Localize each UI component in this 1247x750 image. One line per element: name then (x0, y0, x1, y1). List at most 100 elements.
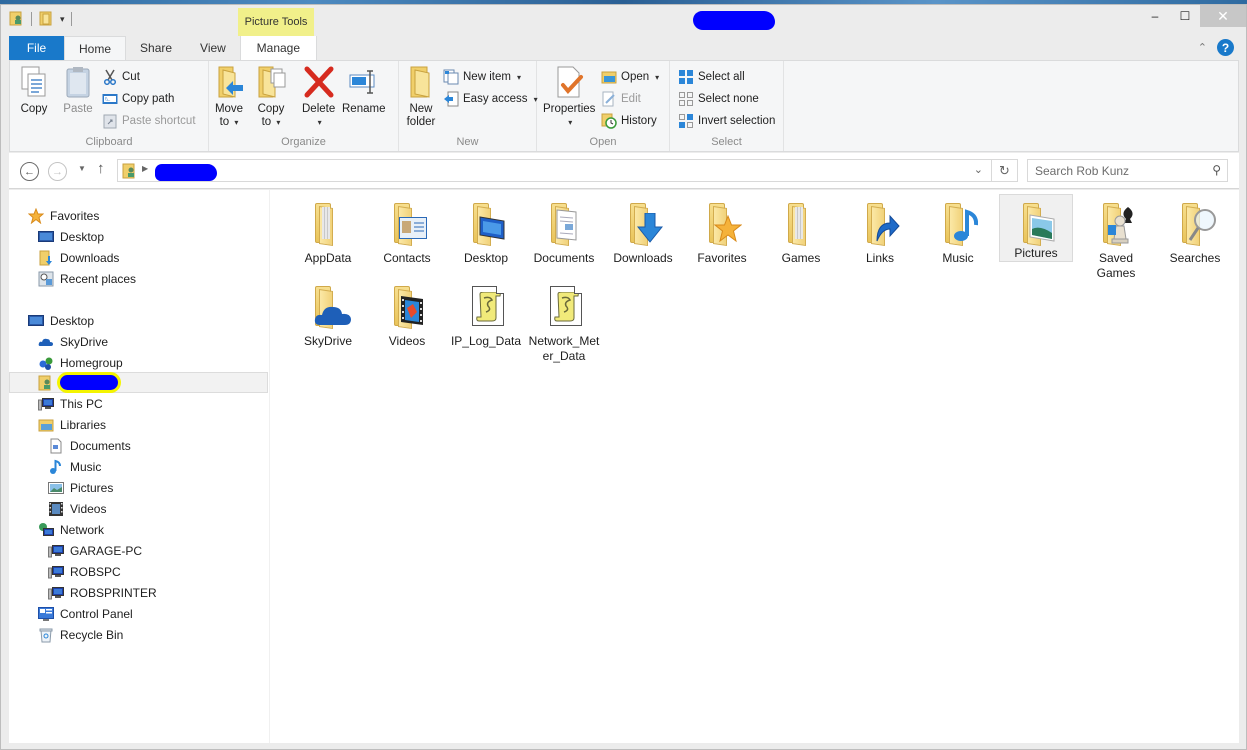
nav-item-network[interactable]: Network (9, 519, 268, 540)
nav-item-skydrive[interactable]: SkyDrive (9, 331, 268, 352)
folder-item-games[interactable]: Games (764, 195, 838, 266)
star-icon (27, 207, 45, 224)
nav-item-redacted-user[interactable] (9, 372, 268, 393)
invert-selection-button[interactable]: Invert selection (678, 111, 775, 131)
maximize-button[interactable]: ☐ (1170, 5, 1200, 27)
tab-file[interactable]: File (9, 36, 64, 60)
nav-item-pictures[interactable]: Pictures (9, 477, 268, 498)
nav-item-label: Recycle Bin (60, 627, 124, 642)
rename-label: Rename (342, 103, 386, 115)
nav-item-favorites[interactable]: Favorites (9, 205, 268, 226)
recent-locations-dropdown[interactable]: ▼ (78, 164, 86, 173)
nav-item-recycle-bin[interactable]: Recycle Bin (9, 624, 268, 645)
paste-button[interactable]: Paste (62, 65, 94, 116)
delete-button[interactable]: Delete ▾ (302, 65, 335, 129)
script-file-icon (464, 284, 508, 330)
nav-item-garage-pc[interactable]: GARAGE-PC (9, 540, 268, 561)
nav-item-downloads[interactable]: Downloads (9, 247, 268, 268)
nav-item-documents[interactable]: Documents (9, 435, 268, 456)
address-dropdown-icon[interactable]: ⌄ (974, 163, 983, 176)
folder-item-skydrive[interactable]: SkyDrive (291, 278, 365, 349)
folder-item-downloads[interactable]: Downloads (606, 195, 680, 266)
customize-toolbar-dropdown[interactable]: ▾ (60, 14, 65, 25)
nav-item-recent-places[interactable]: Recent places (9, 268, 268, 289)
back-button[interactable]: ← (20, 162, 39, 181)
properties-folder-icon[interactable] (38, 10, 54, 29)
minimize-button[interactable]: – (1140, 5, 1170, 27)
tab-home[interactable]: Home (64, 36, 127, 60)
help-icon[interactable]: ? (1217, 39, 1234, 56)
address-bar[interactable]: ▶ ⌄ (117, 159, 992, 182)
folder-icon (306, 201, 350, 247)
user-folder-icon (38, 375, 54, 391)
close-button[interactable]: ✕ (1200, 5, 1246, 27)
user-folder-icon[interactable] (9, 10, 25, 29)
new-folder-button[interactable]: New folder (405, 65, 437, 129)
nav-item-desktop[interactable]: Desktop (9, 310, 268, 331)
address-path-redacted (155, 164, 217, 181)
copy-path-icon: \\.. (102, 91, 118, 107)
folder-item-contacts[interactable]: Contacts (370, 195, 444, 266)
computer-icon (48, 564, 64, 580)
file-item-ip-log-data[interactable]: IP_Log_Data (449, 278, 523, 349)
folder-item-documents[interactable]: Documents (527, 195, 601, 266)
copy-button[interactable]: Copy (18, 65, 50, 116)
paste-shortcut-button[interactable]: Paste shortcut (102, 111, 196, 131)
folder-item-music[interactable]: Music (921, 195, 995, 266)
folder-item-pictures[interactable]: Pictures (999, 194, 1073, 262)
folder-item-links[interactable]: Links (843, 195, 917, 266)
nav-item-libraries[interactable]: Libraries (9, 414, 268, 435)
file-name-label: Searches (1169, 251, 1221, 265)
move-to-button[interactable]: Move to ▾ (213, 65, 245, 129)
tab-view[interactable]: View (186, 36, 240, 60)
nav-item-videos[interactable]: Videos (9, 498, 268, 519)
up-arrow-icon[interactable]: ↑ (97, 160, 105, 177)
properties-button[interactable]: Properties ▾ (543, 65, 595, 129)
easy-access-button[interactable]: Easy access ▾ (443, 89, 538, 109)
nav-item-robspc[interactable]: ROBSPC (9, 561, 268, 582)
film-icon (48, 501, 64, 517)
forward-button[interactable]: → (48, 162, 67, 181)
select-all-button[interactable]: Select all (678, 67, 745, 87)
folder-item-videos[interactable]: Videos (370, 278, 444, 349)
cut-button[interactable]: Cut (102, 67, 140, 87)
nav-item-homegroup[interactable]: Homegroup (9, 352, 268, 373)
folder-item-desktop[interactable]: Desktop (449, 195, 523, 266)
nav-item-this-pc[interactable]: This PC (9, 393, 268, 414)
nav-item-desktop[interactable]: Desktop (9, 226, 268, 247)
folder-item-saved-games[interactable]: Saved Games (1079, 195, 1153, 281)
history-button[interactable]: History (601, 111, 657, 131)
file-item-network-meter-data[interactable]: Network_Meter_Data (527, 278, 601, 364)
nav-item-label: Control Panel (60, 606, 133, 621)
nav-item-control-panel[interactable]: Control Panel (9, 603, 268, 624)
new-item-button[interactable]: New item ▾ (443, 67, 521, 87)
select-none-button[interactable]: Select none (678, 89, 759, 109)
invert-selection-label: Invert selection (698, 115, 776, 127)
search-box: ⚲ (1027, 159, 1228, 182)
breadcrumb-chevron-icon[interactable]: ▶ (142, 164, 148, 173)
videos-folder-icon (385, 284, 429, 330)
minimize-ribbon-icon[interactable]: ⌃ (1198, 41, 1207, 54)
paste-shortcut-label: Paste shortcut (122, 115, 196, 127)
file-name-label: IP_Log_Data (450, 334, 522, 348)
nav-item-music[interactable]: Music (9, 456, 268, 477)
tab-manage[interactable]: Manage (239, 36, 317, 60)
nav-item-robsprinter[interactable]: ROBSPRINTER (9, 582, 268, 603)
picture-icon (48, 480, 64, 496)
properties-checkmark-icon (553, 65, 585, 99)
folder-item-appdata[interactable]: AppData (291, 195, 365, 266)
redacted-label (60, 375, 118, 390)
copy-path-button[interactable]: \\.. Copy path (102, 89, 174, 109)
refresh-button[interactable]: ↻ (992, 159, 1018, 182)
move-to-folder-icon (213, 65, 245, 99)
copy-to-button[interactable]: Copy to ▾ (255, 65, 287, 129)
open-button[interactable]: Open ▾ (601, 67, 659, 87)
tab-share[interactable]: Share (126, 36, 186, 60)
search-icon[interactable]: ⚲ (1212, 163, 1221, 177)
folder-item-favorites[interactable]: Favorites (685, 195, 759, 266)
rename-button[interactable]: Rename (342, 65, 385, 116)
search-input[interactable] (1028, 160, 1198, 181)
downloads-folder-icon (38, 250, 54, 266)
folder-item-searches[interactable]: Searches (1158, 195, 1232, 266)
edit-button[interactable]: Edit (601, 89, 641, 109)
